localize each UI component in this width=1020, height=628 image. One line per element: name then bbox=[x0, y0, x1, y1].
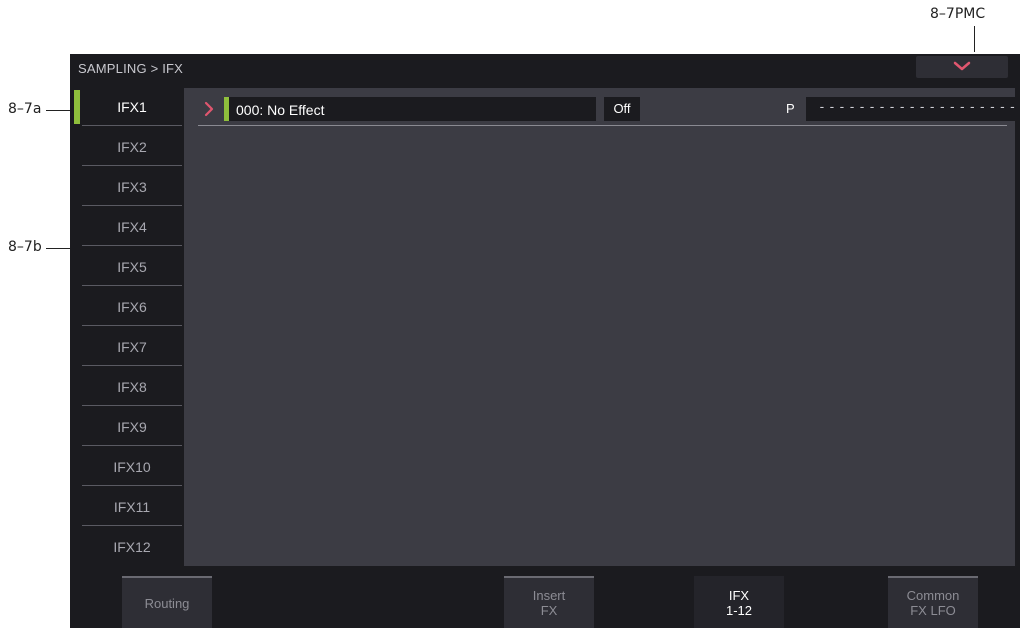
tab-ifx4[interactable]: IFX4 bbox=[82, 208, 182, 246]
tab-ifx-1-12-line2: 1-12 bbox=[725, 603, 753, 618]
row-divider bbox=[198, 125, 1007, 126]
effect-select-field[interactable]: 000: No Effect bbox=[224, 97, 596, 121]
tab-ifx1[interactable]: IFX1 bbox=[82, 88, 182, 126]
ifx-edit-panel: 000: No Effect Off P -------------------… bbox=[184, 88, 1015, 566]
tab-ifx8[interactable]: IFX8 bbox=[82, 368, 182, 406]
chevron-right-icon[interactable] bbox=[204, 101, 214, 117]
callout-pmc: 8–7PMC bbox=[930, 6, 986, 22]
tab-routing-label: Routing bbox=[144, 595, 190, 611]
tab-ifx-1-12[interactable]: IFX 1-12 bbox=[694, 576, 784, 628]
tab-ifx6[interactable]: IFX6 bbox=[82, 288, 182, 326]
tab-common-fx-lfo-line2: FX LFO bbox=[910, 603, 956, 618]
callout-pmc-line bbox=[974, 26, 975, 52]
tab-insert-fx-line2: FX bbox=[540, 603, 558, 618]
tab-routing[interactable]: Routing bbox=[122, 576, 212, 628]
tab-ifx-1-12-line1: IFX bbox=[728, 588, 750, 603]
tab-ifx2[interactable]: IFX2 bbox=[82, 128, 182, 166]
effect-active-marker bbox=[224, 97, 229, 121]
ifx-tab-sidebar: IFX1 IFX2 IFX3 IFX4 IFX5 IFX6 IFX7 IFX8 … bbox=[70, 88, 182, 568]
tab-ifx12[interactable]: IFX12 bbox=[82, 528, 182, 566]
title-bar: SAMPLING > IFX bbox=[70, 54, 1020, 82]
tab-ifx9[interactable]: IFX9 bbox=[82, 408, 182, 446]
device-screen: SAMPLING > IFX IFX1 IFX2 IFX3 IFX4 IFX5 … bbox=[70, 54, 1020, 628]
chevron-down-icon bbox=[953, 61, 971, 71]
effect-row: 000: No Effect Off P -------------------… bbox=[184, 96, 1015, 122]
p-value-field[interactable]: --------------------- bbox=[806, 97, 1015, 121]
tab-ifx5[interactable]: IFX5 bbox=[82, 248, 182, 286]
p-label: P bbox=[786, 101, 795, 116]
p-value: --------------------- bbox=[818, 100, 1015, 115]
tab-ifx10[interactable]: IFX10 bbox=[82, 448, 182, 486]
page-menu-button[interactable] bbox=[916, 56, 1008, 78]
tab-common-fx-lfo[interactable]: Common FX LFO bbox=[888, 576, 978, 628]
tab-ifx7[interactable]: IFX7 bbox=[82, 328, 182, 366]
breadcrumb: SAMPLING > IFX bbox=[78, 61, 184, 76]
page-tab-footer: Routing Insert FX IFX 1-12 Common FX LFO bbox=[70, 570, 1020, 628]
callout-8-7a: 8–7a bbox=[8, 101, 42, 117]
active-tab-marker bbox=[74, 90, 80, 124]
callout-8-7b: 8–7b bbox=[8, 239, 42, 255]
tab-ifx3[interactable]: IFX3 bbox=[82, 168, 182, 206]
tab-insert-fx-line1: Insert bbox=[532, 588, 566, 603]
tab-insert-fx[interactable]: Insert FX bbox=[504, 576, 594, 628]
effect-name: 000: No Effect bbox=[236, 102, 325, 118]
tab-ifx11[interactable]: IFX11 bbox=[82, 488, 182, 526]
tab-common-fx-lfo-line1: Common bbox=[906, 588, 960, 603]
on-off-button[interactable]: Off bbox=[604, 97, 640, 121]
